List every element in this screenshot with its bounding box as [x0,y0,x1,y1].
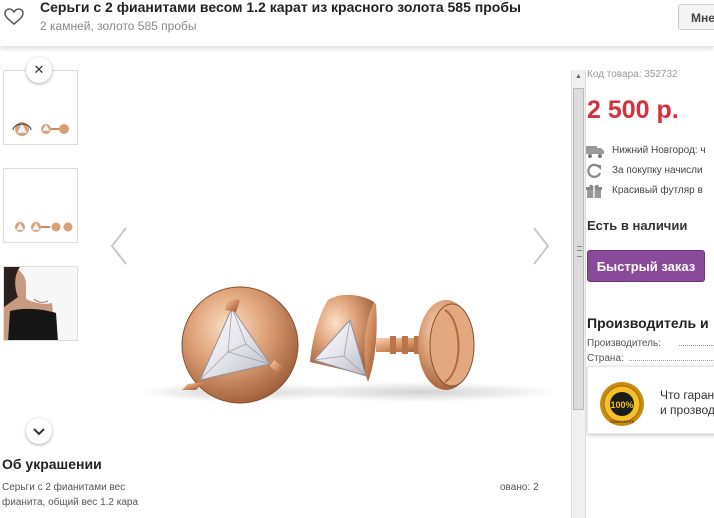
thumbnail-2[interactable] [3,168,78,243]
product-header: Серьги с 2 фианитами весом 1.2 карат из … [0,0,714,47]
product-subtitle: 2 камней, золото 585 пробы [40,19,197,33]
guarantee-line-1: Что гаран [660,388,714,402]
chevron-up-icon[interactable]: ✕ [26,57,52,83]
description-title: Об украшении [2,456,102,472]
gift-text[interactable]: Красивый футляр в [612,185,703,196]
description-fragment: овано: 2 [500,482,539,493]
earring-side-image [41,123,69,134]
earring-front [181,286,299,404]
manufacturer-label: Производитель: [587,338,661,349]
country-row: Страна: [587,353,714,364]
refresh-icon [587,163,602,178]
product-price: 2 500 р. [587,96,679,124]
product-image [140,286,560,404]
model-photo-image [4,267,77,340]
product-title: Серьги с 2 фианитами весом 1.2 карат из … [40,0,521,15]
scrollbar[interactable]: ▲ [571,70,586,518]
stock-status: Есть в наличии [587,218,688,233]
description-line-2: фианита, общий вес 1.2 кара [2,497,139,508]
chevron-down-icon[interactable] [26,418,52,444]
thumbnail-3[interactable] [3,266,78,341]
country-label: Страна: [587,353,624,364]
truck-icon [586,146,604,158]
guarantee-text: Что гаран и прозвод [660,388,714,418]
product-code: Код товара: 352732 [587,69,678,80]
earring-side [310,294,475,390]
guarantee-block[interactable]: 100% GUARANTEE Что гаран и прозвод [587,366,714,434]
dotted-leader [629,360,714,361]
earring-pair-image [15,222,73,232]
seal-percent: 100% [610,400,633,410]
manufacturer-row: Производитель: [587,338,714,349]
manufacturer-title: Производитель и [587,315,709,331]
delivery-text[interactable]: Нижний Новгород: ч [612,145,706,156]
guarantee-line-2: и прозвод [660,403,714,417]
gift-icon [586,184,602,198]
purchase-panel: Код товара: 352732 2 500 р. Нижний Новго… [586,66,714,518]
earring-front-image [12,122,32,136]
description-line-1: Серьги с 2 фианитами вес [2,482,126,493]
guarantee-seal-icon: 100% GUARANTEE [600,382,644,426]
scroll-grip-icon [577,246,582,257]
heart-icon[interactable] [4,8,24,26]
scroll-thumb[interactable] [573,88,584,410]
bonus-text[interactable]: За покупку начисли [612,165,703,176]
header-button[interactable]: Мне [678,4,714,30]
seal-ring-text: GUARANTEE [610,419,635,424]
quick-order-button[interactable]: Быстрый заказ [587,250,705,282]
description-text: Серьги с 2 фианитами вес фианита, общий … [2,480,150,510]
scroll-up-arrow[interactable]: ▲ [572,70,585,84]
dotted-leader [679,345,714,346]
